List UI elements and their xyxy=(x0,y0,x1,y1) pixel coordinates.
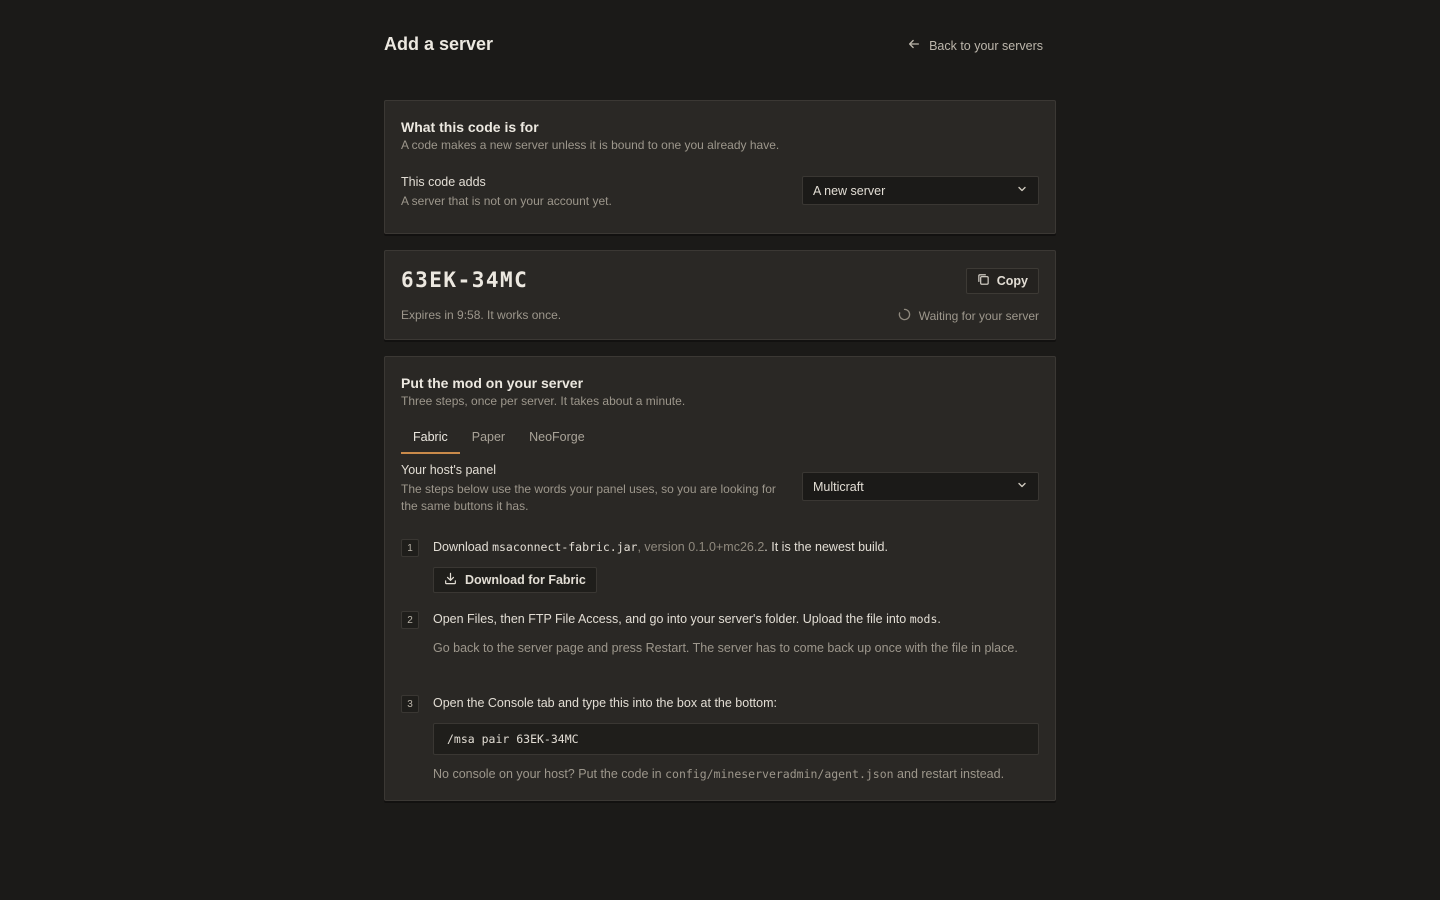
install-title: Put the mod on your server xyxy=(401,375,584,391)
mods-folder: mods xyxy=(909,612,938,626)
purpose-title: What this code is for xyxy=(401,119,539,135)
code-adds-help: A server that is not on your account yet… xyxy=(401,194,612,208)
tab-fabric[interactable]: Fabric xyxy=(401,427,460,454)
step-3-note-pre: No console on your host? Put the code in xyxy=(433,767,666,781)
step-3-note-post: and restart instead. xyxy=(893,767,1005,781)
step-number: 1 xyxy=(401,539,419,557)
step-3-text: Open the Console tab and type this into … xyxy=(433,696,777,710)
code-purpose-card: What this code is for A code makes a new… xyxy=(384,100,1056,234)
download-icon xyxy=(444,572,457,588)
pairing-code-card: 63EK-34MC Copy Expires in 9:58. It works… xyxy=(384,250,1056,340)
step-2-note: Go back to the server page and press Res… xyxy=(433,641,1018,655)
step-2-text: Open Files, then FTP File Access, and go… xyxy=(433,612,941,626)
tab-paper[interactable]: Paper xyxy=(460,427,517,454)
step-number: 2 xyxy=(401,611,419,629)
agent-config-path: config/mineserveradmin/agent.json xyxy=(665,767,894,781)
connection-status-text: Waiting for your server xyxy=(918,309,1039,323)
step-number: 3 xyxy=(401,695,419,713)
step-1-post: . It is the newest build. xyxy=(764,540,888,554)
chevron-down-icon xyxy=(1016,183,1028,198)
host-panel-select[interactable]: Multicraft xyxy=(802,472,1039,501)
spinner-icon xyxy=(898,308,911,324)
pairing-code: 63EK-34MC xyxy=(401,268,529,292)
jar-version: , version 0.1.0+mc26.2 xyxy=(637,540,765,554)
download-button-label: Download for Fabric xyxy=(465,573,586,587)
code-adds-label: This code adds xyxy=(401,175,486,189)
install-subtitle: Three steps, once per server. It takes a… xyxy=(401,394,686,408)
add-server-page: Add a server Back to your servers What t… xyxy=(384,0,1056,801)
platform-tabs: Fabric Paper NeoForge xyxy=(401,427,597,454)
code-adds-select[interactable]: A new server xyxy=(802,176,1039,205)
install-mod-card: Put the mod on your server Three steps, … xyxy=(384,356,1056,801)
copy-button-label: Copy xyxy=(996,274,1028,288)
host-panel-label: Your host's panel xyxy=(401,463,497,477)
tab-neoforge[interactable]: NeoForge xyxy=(517,427,597,454)
step-1-pre: Download xyxy=(433,540,493,554)
page-header: Add a server Back to your servers xyxy=(384,0,1056,100)
arrow-left-icon xyxy=(907,37,921,54)
step-2-post: . xyxy=(937,612,941,626)
copy-code-button[interactable]: Copy xyxy=(965,268,1039,294)
jar-filename: msaconnect-fabric.jar xyxy=(492,540,638,554)
code-adds-selected: A new server xyxy=(813,183,886,198)
copy-icon xyxy=(977,273,990,289)
page-title: Add a server xyxy=(384,34,494,54)
chevron-down-icon xyxy=(1016,479,1028,494)
console-command[interactable]: /msa pair 63EK-34MC xyxy=(433,723,1039,755)
host-panel-help: The steps below use the words your panel… xyxy=(401,482,776,513)
back-link-label: Back to your servers xyxy=(929,38,1043,53)
connection-status: Waiting for your server xyxy=(898,308,1039,324)
back-to-servers-link[interactable]: Back to your servers xyxy=(907,37,1043,54)
step-1-text: Download msaconnect-fabric.jar, version … xyxy=(433,540,888,554)
download-fabric-button[interactable]: Download for Fabric xyxy=(433,567,597,593)
purpose-subtitle: A code makes a new server unless it is b… xyxy=(401,138,780,152)
code-expiry: Expires in 9:58. It works once. xyxy=(401,308,562,322)
step-3-note: No console on your host? Put the code in… xyxy=(433,764,1023,784)
step-2-pre: Open Files, then FTP File Access, and go… xyxy=(433,612,910,626)
host-panel-selected: Multicraft xyxy=(813,479,864,494)
